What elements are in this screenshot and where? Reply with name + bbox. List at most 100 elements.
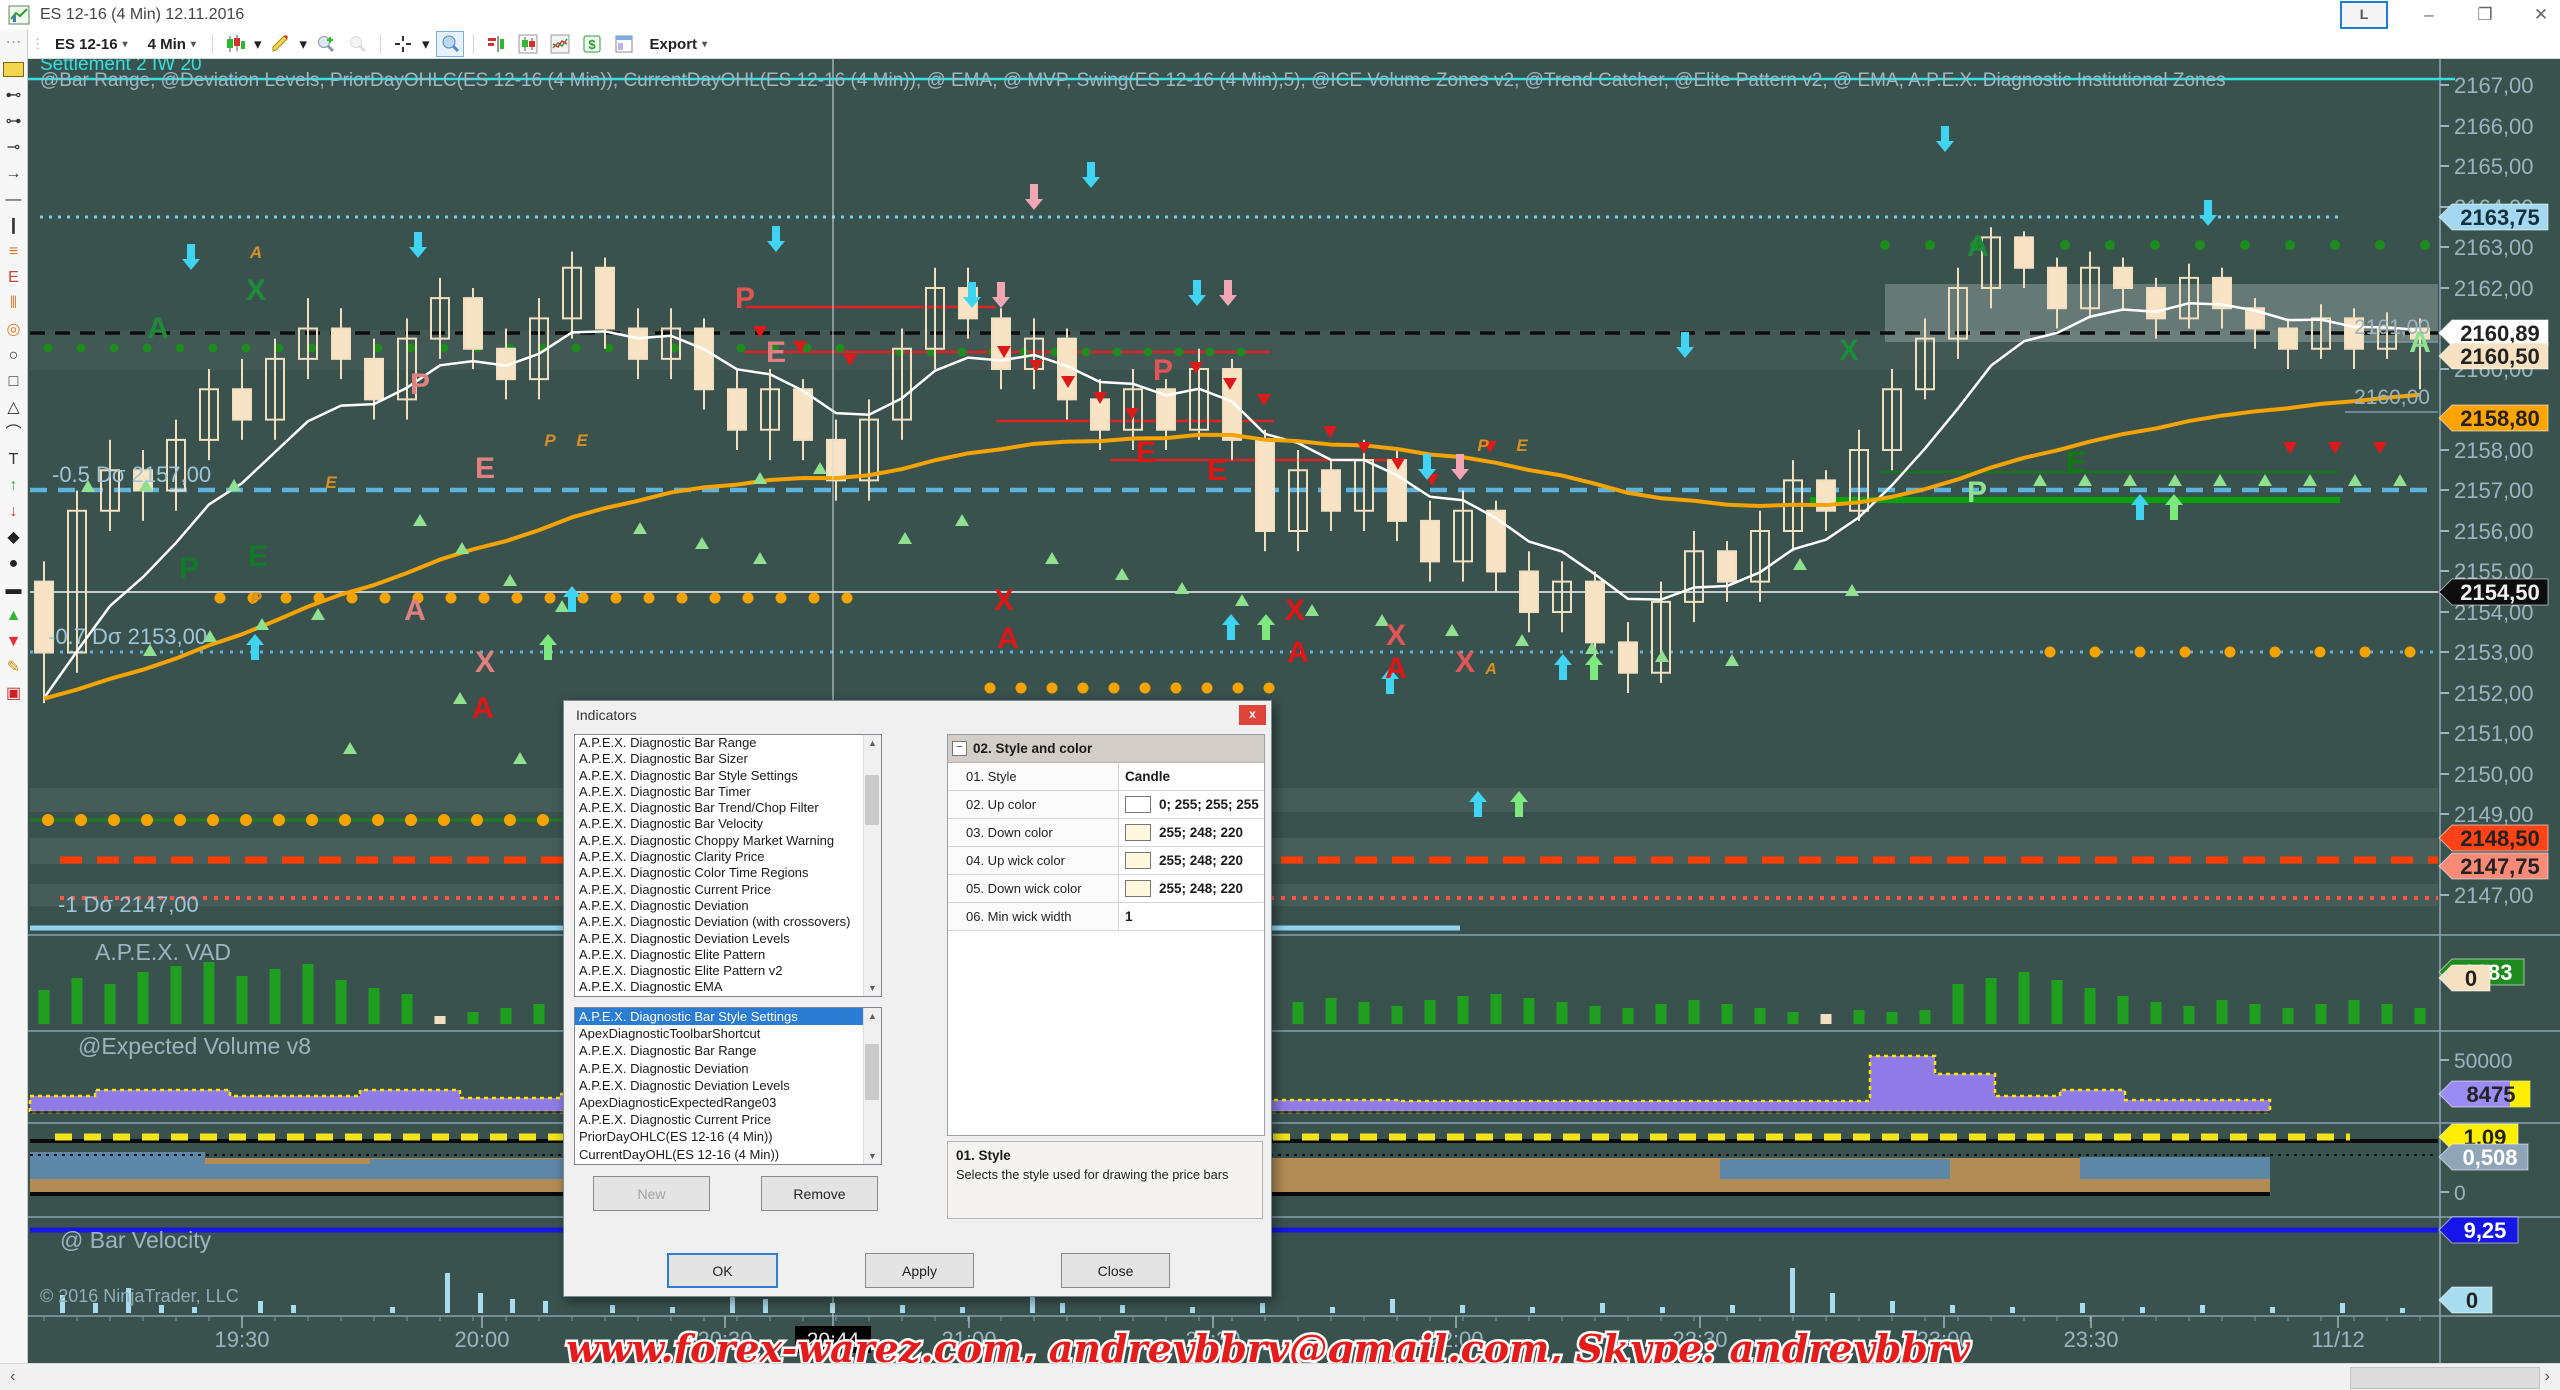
scrollbar-thumb[interactable]: [865, 1044, 879, 1100]
chevron-down-icon[interactable]: ▾: [422, 35, 430, 53]
text-icon[interactable]: T: [1, 447, 26, 473]
property-row[interactable]: 04. Up wick color255; 248; 220: [948, 847, 1264, 875]
list-item[interactable]: A.P.E.X. Diagnostic Deviation: [575, 898, 881, 914]
ray-icon[interactable]: ⊶: [1, 109, 26, 135]
list-item[interactable]: A.P.E.X. Diagnostic Current Price: [575, 882, 881, 898]
collapse-icon[interactable]: −: [952, 741, 967, 756]
chevron-down-icon[interactable]: ▾: [254, 35, 262, 53]
strategy-analyzer-button[interactable]: [547, 32, 573, 56]
list-item[interactable]: A.P.E.X. Diagnostic Elite Pattern: [575, 947, 881, 963]
property-value[interactable]: Candle: [1119, 769, 1264, 784]
output-window-button[interactable]: [611, 32, 637, 56]
property-value[interactable]: 255; 248; 220: [1119, 852, 1264, 869]
list-item[interactable]: A.P.E.X. Diagnostic Bar Sizer: [575, 751, 881, 767]
list-item[interactable]: A.P.E.X. Diagnostic Bar Style Settings: [575, 768, 881, 784]
zoom-out-button[interactable]: [345, 32, 371, 56]
arrow-line-icon[interactable]: →: [1, 161, 26, 187]
apply-button[interactable]: Apply: [865, 1253, 974, 1288]
close-button[interactable]: ✕: [2526, 5, 2556, 25]
property-value[interactable]: 1: [1119, 909, 1264, 924]
brush-icon[interactable]: ✎: [1, 655, 26, 681]
list-item[interactable]: ApexDiagnosticToolbarShortcut: [575, 1025, 881, 1042]
indicator-properties-grid[interactable]: − 02. Style and color 01. StyleCandle02.…: [947, 734, 1265, 1136]
list-item[interactable]: A.P.E.X. Diagnostic Bar Timer: [575, 784, 881, 800]
drag-handle-icon[interactable]: ⋯: [1, 30, 26, 56]
chart-properties-button[interactable]: [515, 32, 541, 56]
ruler-icon[interactable]: [3, 62, 24, 77]
diamond-marker-icon[interactable]: ◆: [1, 525, 26, 551]
triangle-up-marker-icon[interactable]: ▲: [1, 603, 26, 629]
close-dialog-button[interactable]: Close: [1061, 1253, 1170, 1288]
list-item[interactable]: A.P.E.X. Diagnostic Bar Style Settings: [575, 1008, 881, 1025]
list-item[interactable]: A.P.E.X. Diagnostic EMA: [575, 979, 881, 995]
crosshair-button[interactable]: [390, 32, 416, 56]
link-button[interactable]: L: [2340, 1, 2388, 29]
scrollbar-thumb[interactable]: [2350, 1367, 2540, 1389]
account-data-button[interactable]: $: [579, 32, 605, 56]
data-box-button[interactable]: [436, 31, 464, 57]
available-indicators-list[interactable]: A.P.E.X. Diagnostic Bar RangeA.P.E.X. Di…: [574, 734, 882, 997]
scrollbar-thumb[interactable]: [865, 775, 879, 825]
color-swatch[interactable]: [1125, 880, 1151, 897]
drawing-tools-button[interactable]: [267, 32, 293, 56]
zoom-in-button[interactable]: [313, 32, 339, 56]
indicators-dialog[interactable]: Indicators x A.P.E.X. Diagnostic Bar Ran…: [563, 700, 1272, 1297]
property-row[interactable]: 05. Down wick color255; 248; 220: [948, 875, 1264, 903]
list-item[interactable]: A.P.E.X. Diagnostic Bar Velocity: [575, 816, 881, 832]
scroll-left-icon[interactable]: ‹: [10, 1368, 15, 1386]
minimize-button[interactable]: –: [2414, 5, 2444, 25]
indicators-button[interactable]: [483, 32, 509, 56]
list-item[interactable]: A.P.E.X. Diagnostic Current Price: [575, 1111, 881, 1128]
new-button[interactable]: New: [593, 1176, 710, 1211]
color-swatch[interactable]: [1125, 796, 1151, 813]
remove-button[interactable]: Remove: [761, 1176, 878, 1211]
line-segment-icon[interactable]: ⊷: [1, 83, 26, 109]
list-item[interactable]: A.P.E.X. Diagnostic Choppy Market Warnin…: [575, 833, 881, 849]
list-item[interactable]: A.P.E.X. Diagnostic Elite Pattern v2: [575, 963, 881, 979]
list-item[interactable]: A.P.E.X. Diagnostic Deviation (with cros…: [575, 914, 881, 930]
color-swatch[interactable]: [1125, 852, 1151, 869]
list-item[interactable]: A.P.E.X. Diagnostic Deviation Levels: [575, 1077, 881, 1094]
triangle-icon[interactable]: △: [1, 395, 26, 421]
vertical-scrollbar[interactable]: ▲▼: [863, 1008, 881, 1164]
list-item[interactable]: CurrentDayOHL(ES 12-16 (4 Min)): [575, 1146, 881, 1163]
scroll-down-icon[interactable]: ▼: [864, 1148, 881, 1164]
triangle-down-marker-icon[interactable]: ▼: [1, 629, 26, 655]
horizontal-scrollbar[interactable]: ‹ ›: [0, 1363, 2560, 1390]
ellipse-icon[interactable]: ○: [1, 343, 26, 369]
list-item[interactable]: PriorDayOHLC(ES 12-16 (4 Min)): [575, 1128, 881, 1145]
list-item[interactable]: A.P.E.X. Diagnostic Bar Range: [575, 735, 881, 751]
list-item[interactable]: A.P.E.X. Diagnostic Bar Range: [575, 1042, 881, 1059]
arrow-up-marker-icon[interactable]: ↑: [1, 473, 26, 499]
vertical-line-icon[interactable]: ❙: [1, 213, 26, 239]
hot-list-icon[interactable]: ▣: [1, 681, 26, 707]
horizontal-line-icon[interactable]: —: [1, 187, 26, 213]
property-group-header[interactable]: − 02. Style and color: [948, 735, 1264, 763]
list-item[interactable]: A.P.E.X. Diagnostic Color Time Regions: [575, 865, 881, 881]
fibonacci-retracement-icon[interactable]: ≡: [1, 239, 26, 265]
property-value[interactable]: 255; 248; 220: [1119, 880, 1264, 897]
extended-line-icon[interactable]: ⊸: [1, 135, 26, 161]
scroll-right-icon[interactable]: ›: [2545, 1368, 2550, 1386]
dot-marker-icon[interactable]: ●: [1, 551, 26, 577]
rectangle-icon[interactable]: □: [1, 369, 26, 395]
scroll-up-icon[interactable]: ▲: [864, 735, 881, 751]
property-row[interactable]: 02. Up color0; 255; 255; 255: [948, 791, 1264, 819]
instrument-selector[interactable]: ES 12-16▾: [48, 34, 135, 55]
property-row[interactable]: 03. Down color255; 248; 220: [948, 819, 1264, 847]
vertical-scrollbar[interactable]: ▲▼: [863, 735, 881, 996]
export-button[interactable]: Export▾: [643, 34, 715, 55]
pitchfork-icon[interactable]: ⫴: [1, 291, 26, 317]
chevron-down-icon[interactable]: ▾: [299, 35, 307, 53]
property-row[interactable]: 06. Min wick width1: [948, 903, 1264, 931]
applied-indicators-list[interactable]: A.P.E.X. Diagnostic Bar Style SettingsAp…: [574, 1007, 882, 1165]
property-row[interactable]: 01. StyleCandle: [948, 763, 1264, 791]
chart-canvas[interactable]: AXAPEPEPEPEPEAXAXAPEEXAXAXAPEAXPEAI-0.5 …: [0, 0, 2560, 1390]
list-item[interactable]: A.P.E.X. Diagnostic Deviation Levels: [575, 931, 881, 947]
arc-icon[interactable]: ⌒: [1, 421, 26, 447]
toolbar-drag-handle-icon[interactable]: ⋮: [31, 36, 42, 52]
list-item[interactable]: A.P.E.X. Diagnostic Clarity Price: [575, 849, 881, 865]
chart-style-button[interactable]: [222, 32, 248, 56]
property-value[interactable]: 255; 248; 220: [1119, 824, 1264, 841]
list-item[interactable]: ApexDiagnosticExpectedRange03: [575, 1094, 881, 1111]
